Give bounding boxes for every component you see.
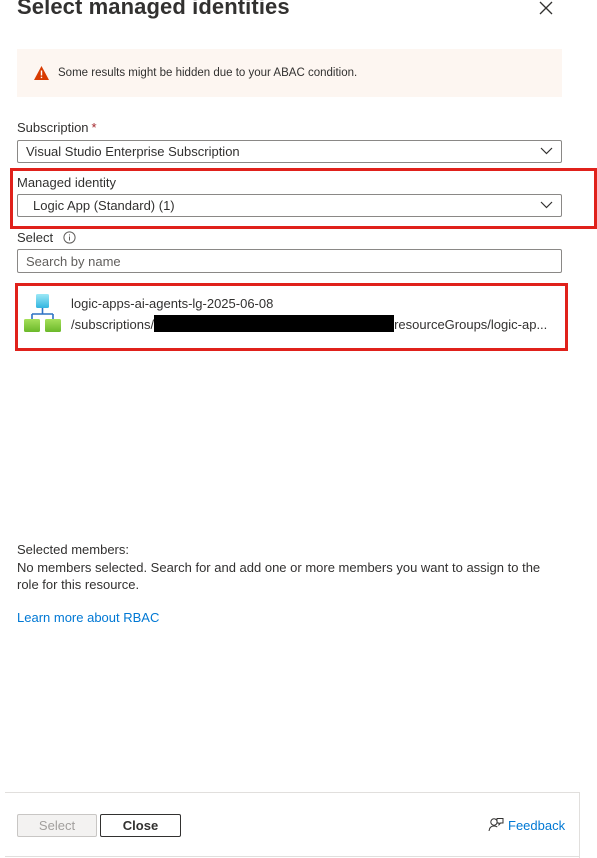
result-path: /subscriptions/resourceGroups/logic-ap..… bbox=[71, 315, 548, 332]
abac-warning-banner: Some results might be hidden due to your… bbox=[17, 49, 562, 97]
close-icon[interactable] bbox=[536, 0, 556, 18]
managed-identity-label: Managed identity bbox=[17, 175, 117, 190]
learn-more-rbac-link[interactable]: Learn more about RBAC bbox=[17, 610, 159, 625]
managed-identity-dropdown[interactable]: Logic App (Standard) (1) bbox=[17, 194, 562, 217]
subscription-label: Subscription * bbox=[17, 120, 97, 135]
selected-members-title: Selected members: bbox=[17, 542, 129, 557]
panel-title: Select managed identities bbox=[17, 0, 290, 19]
feedback-link[interactable]: Feedback bbox=[488, 817, 565, 833]
subscription-dropdown[interactable]: Visual Studio Enterprise Subscription bbox=[17, 140, 562, 163]
feedback-label: Feedback bbox=[508, 817, 566, 833]
managed-identity-value: Logic App (Standard) (1) bbox=[33, 198, 175, 213]
warning-text: Some results might be hidden due to your… bbox=[58, 67, 358, 79]
result-item[interactable]: logic-apps-ai-agents-lg-2025-06-08 /subs… bbox=[20, 288, 562, 346]
panel-edge bbox=[579, 792, 580, 858]
close-button[interactable]: Close bbox=[100, 814, 181, 837]
select-button[interactable]: Select bbox=[17, 814, 97, 837]
redacted-subscription-id bbox=[154, 315, 395, 332]
selected-members-text: No members selected. Search for and add … bbox=[17, 560, 541, 592]
search-input[interactable] bbox=[17, 249, 562, 273]
logic-app-icon bbox=[24, 294, 61, 332]
chevron-down-icon bbox=[540, 147, 553, 155]
panel-bottom-edge bbox=[5, 856, 580, 857]
select-label: Select bbox=[17, 230, 76, 245]
footer-divider bbox=[5, 792, 580, 793]
warning-icon bbox=[34, 66, 49, 80]
info-icon[interactable] bbox=[63, 231, 76, 244]
subscription-value: Visual Studio Enterprise Subscription bbox=[26, 144, 240, 159]
result-name: logic-apps-ai-agents-lg-2025-06-08 bbox=[71, 296, 274, 311]
chevron-down-icon bbox=[540, 201, 553, 209]
feedback-icon bbox=[488, 818, 504, 832]
